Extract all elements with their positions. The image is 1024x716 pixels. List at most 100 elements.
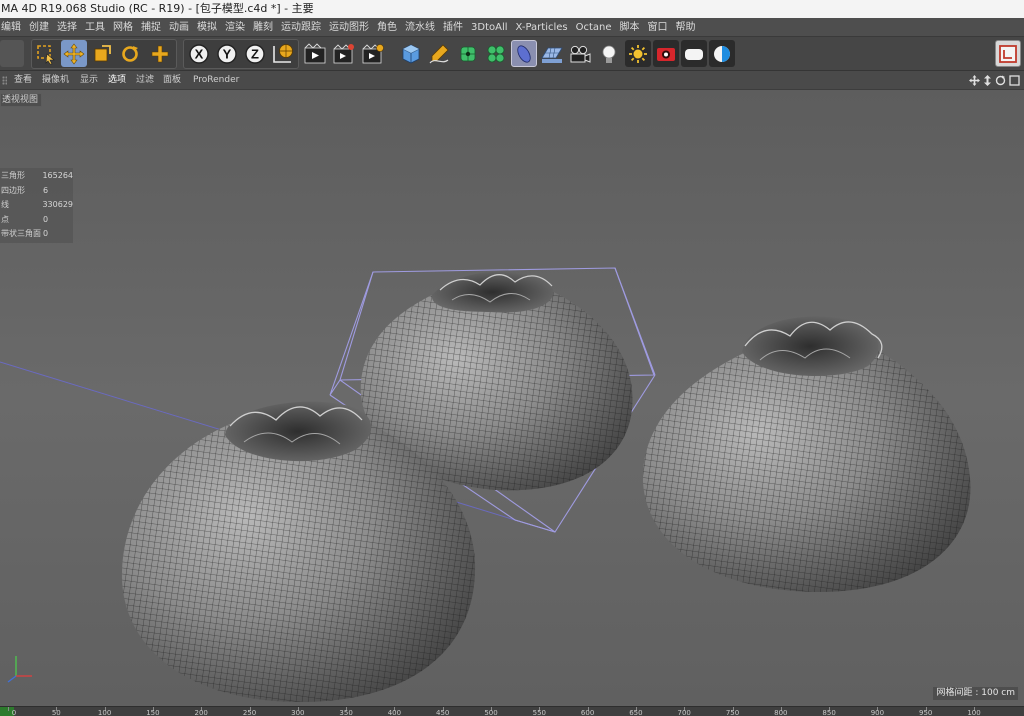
stat-label: 点 (1, 214, 9, 224)
timeline-tick-label: 200 (194, 709, 208, 716)
stat-row: 四边形 6 (0, 184, 73, 199)
scene-canvas[interactable] (0, 90, 1024, 706)
view-menu-view[interactable]: 查看 (14, 71, 32, 90)
menu-simulate[interactable]: 模拟 (193, 18, 221, 36)
cube-icon[interactable] (398, 40, 424, 67)
scale-icon[interactable] (89, 40, 115, 67)
timeline-tick-label: 650 (629, 709, 643, 716)
timeline-tick-label: 100 (97, 709, 112, 716)
menu-script[interactable]: 脚本 (616, 18, 644, 36)
axis-x-label: X (195, 46, 204, 61)
render-picture-queue-icon[interactable] (331, 40, 357, 67)
menu-edit[interactable]: 编辑 (0, 18, 25, 36)
viewport-menu-bar: 查看 摄像机 显示 选项 过滤 面板 ProRender (0, 71, 1024, 90)
bun-model-right[interactable] (642, 316, 971, 593)
menu-render[interactable]: 渲染 (221, 18, 249, 36)
live-select-icon[interactable] (33, 40, 59, 67)
lock-y-icon[interactable]: Y (214, 40, 240, 67)
viewport-label[interactable]: 透视视图 (0, 93, 43, 107)
menu-window[interactable]: 窗口 (644, 18, 672, 36)
menu-help[interactable]: 帮助 (672, 18, 700, 36)
timeline-tick-label: 400 (387, 709, 402, 716)
rotate-icon[interactable] (117, 40, 143, 67)
perspective-viewport[interactable]: 透视视图 三角形 165264 四边形 6 线 330629 点 0 带状三角面… (0, 90, 1024, 706)
menu-x-particles[interactable]: X-Particles (512, 18, 572, 36)
main-toolbar: X Y Z (0, 37, 1024, 71)
view-menu-cameras[interactable]: 摄像机 (42, 71, 69, 90)
stat-value: 0 (43, 229, 49, 238)
layout-switch-icon[interactable] (995, 40, 1021, 67)
stat-label: 四边形 (1, 185, 25, 195)
timeline-tick-label: 350 (339, 709, 353, 716)
cloner-icon[interactable] (483, 40, 509, 67)
world-coordinates-icon[interactable] (270, 40, 296, 67)
subdivision-icon[interactable] (455, 40, 481, 67)
add-icon[interactable] (147, 40, 173, 67)
stat-label: 三角形 (1, 171, 25, 180)
pen-icon[interactable] (426, 40, 452, 67)
zoom-view-icon[interactable] (983, 75, 992, 86)
menu-plugins[interactable]: 插件 (439, 18, 467, 36)
deformer-icon[interactable] (511, 40, 537, 67)
stat-row: 三角形 165264 (0, 169, 73, 184)
lock-x-icon[interactable]: X (186, 40, 212, 67)
octane-material-icon[interactable] (681, 40, 707, 67)
stat-label: 带状三角面 (1, 229, 41, 238)
render-view-icon[interactable] (302, 40, 328, 67)
panel-grip-icon[interactable] (2, 76, 7, 85)
camera-icon[interactable] (567, 40, 593, 67)
view-menu-display[interactable]: 显示 (80, 71, 98, 90)
undo-redo-stub[interactable] (0, 40, 24, 67)
menu-character[interactable]: 角色 (373, 18, 401, 36)
stat-value: 330629 (42, 200, 73, 209)
window-title: MA 4D R19.068 Studio (RC - R19) - [包子模型.… (1, 2, 314, 15)
menu-sculpt[interactable]: 雕刻 (249, 18, 277, 36)
view-menu-panel[interactable]: 面板 (163, 71, 181, 90)
timeline-tick-label: 550 (532, 709, 546, 716)
maximize-view-icon[interactable] (1009, 75, 1020, 86)
view-menu-options[interactable]: 选项 (108, 71, 126, 90)
selection-box-front-edge (514, 519, 556, 533)
menu-animate[interactable]: 动画 (165, 18, 193, 36)
view-menu-prorender[interactable]: ProRender (193, 71, 239, 90)
timeline-tick-label: 150 (146, 709, 160, 716)
timeline-tick-label: 750 (725, 709, 740, 716)
move-icon[interactable] (61, 40, 87, 67)
menu-create[interactable]: 创建 (25, 18, 53, 36)
timeline-tick-label: 450 (436, 709, 450, 716)
viewport-nav-icons (969, 71, 1020, 90)
lock-z-icon[interactable]: Z (242, 40, 268, 67)
timeline-ruler[interactable]: 0 50 100 150 200 250 300 350 400 450 500 550 600 650 7… (0, 706, 1024, 716)
menu-snap[interactable]: 捕捉 (137, 18, 165, 36)
pan-view-icon[interactable] (969, 75, 980, 86)
menu-mesh[interactable]: 网格 (109, 18, 137, 36)
octane-settings-icon[interactable] (625, 40, 651, 67)
stat-value: 165264 (42, 171, 73, 180)
stat-value: 0 (43, 214, 49, 224)
scene-stats-overlay: 三角形 165264 四边形 6 线 330629 点 0 带状三角面 0 (0, 168, 73, 243)
menu-3dtoall[interactable]: 3DtoAll (467, 18, 512, 36)
octane-toggle-icon[interactable] (709, 40, 735, 67)
light-icon[interactable] (596, 40, 622, 67)
axis-y-label: Y (223, 46, 232, 61)
menu-motion-tracking[interactable]: 运动跟踪 (277, 18, 325, 36)
timeline-tick-label: 700 (677, 709, 691, 716)
menu-pipeline[interactable]: 流水线 (401, 18, 439, 36)
orbit-view-icon[interactable] (995, 75, 1006, 86)
stat-row: 点 0 (0, 213, 73, 228)
menu-octane[interactable]: Octane (572, 18, 616, 36)
timeline-tick-label: 300 (291, 709, 305, 716)
timeline-tick (8, 707, 9, 711)
timeline-tick-label: 250 (242, 709, 257, 716)
menu-mograph[interactable]: 运动图形 (325, 18, 373, 36)
menu-tools[interactable]: 工具 (81, 18, 109, 36)
render-settings-icon[interactable] (360, 40, 386, 67)
octane-render-icon[interactable] (653, 40, 679, 67)
timeline-tick-label: 100 (967, 709, 981, 716)
axis-z-label: Z (251, 46, 259, 61)
menu-select[interactable]: 选择 (53, 18, 81, 36)
timeline-tick-label: 950 (919, 709, 933, 716)
view-menu-filter[interactable]: 过滤 (136, 71, 154, 90)
floor-icon[interactable] (539, 40, 565, 67)
timeline-tick-label: 850 (822, 709, 836, 716)
